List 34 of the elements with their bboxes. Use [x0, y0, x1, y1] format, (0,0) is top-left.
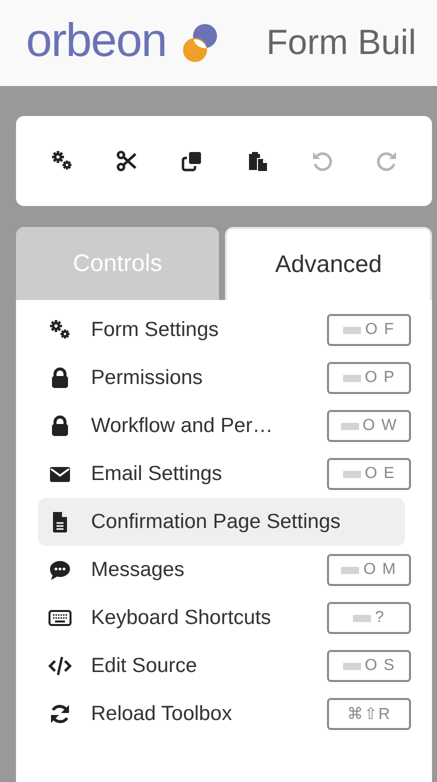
- menu-item[interactable]: Edit Source O S: [38, 642, 411, 690]
- reload-icon: [48, 702, 72, 726]
- shortcut-text: ⌘⇧R: [347, 705, 391, 724]
- menu-label: Workflow and Per…: [91, 414, 274, 438]
- speech-bubble-icon: [48, 558, 72, 582]
- code-icon: [48, 654, 72, 678]
- shortcut-text: O E: [364, 465, 396, 483]
- copy-icon[interactable]: [180, 149, 204, 173]
- scissors-icon[interactable]: [115, 149, 139, 173]
- menu-item[interactable]: Permissions O P: [38, 354, 411, 402]
- menu-label: Email Settings: [91, 462, 224, 486]
- shortcut-text: O W: [362, 417, 398, 435]
- menu-label: Permissions: [91, 366, 204, 390]
- menu-label: Messages: [91, 558, 186, 582]
- menu-item[interactable]: Workflow and Per… O W: [38, 402, 411, 450]
- menu-item[interactable]: Reload Toolbox ⌘⇧R: [38, 690, 411, 738]
- menu-label: Confirmation Page Settings: [91, 510, 342, 534]
- menu-item[interactable]: Email Settings O E: [38, 450, 411, 498]
- menu-label: Form Settings: [91, 318, 220, 342]
- menu-label: Reload Toolbox: [91, 702, 233, 726]
- shortcut-text: ?: [375, 609, 385, 627]
- shortcut-text: O P: [364, 369, 396, 387]
- shortcut-text: O M: [363, 561, 397, 579]
- menu-label: Keyboard Shortcuts: [91, 606, 272, 630]
- app-title: Form Buil: [266, 23, 416, 63]
- shortcut-text: O S: [364, 657, 396, 675]
- tab[interactable]: Advanced: [225, 227, 432, 301]
- logo-text: orbeon: [26, 16, 166, 68]
- menu-item[interactable]: Confirmation Page Settings: [38, 498, 405, 546]
- menu-item[interactable]: Form Settings O F: [38, 306, 411, 354]
- menu-label: Edit Source: [91, 654, 198, 678]
- menu-item[interactable]: Messages O M: [38, 546, 411, 594]
- menu-item[interactable]: Keyboard Shortcuts ?: [38, 594, 411, 642]
- shortcut-text: O F: [365, 321, 395, 339]
